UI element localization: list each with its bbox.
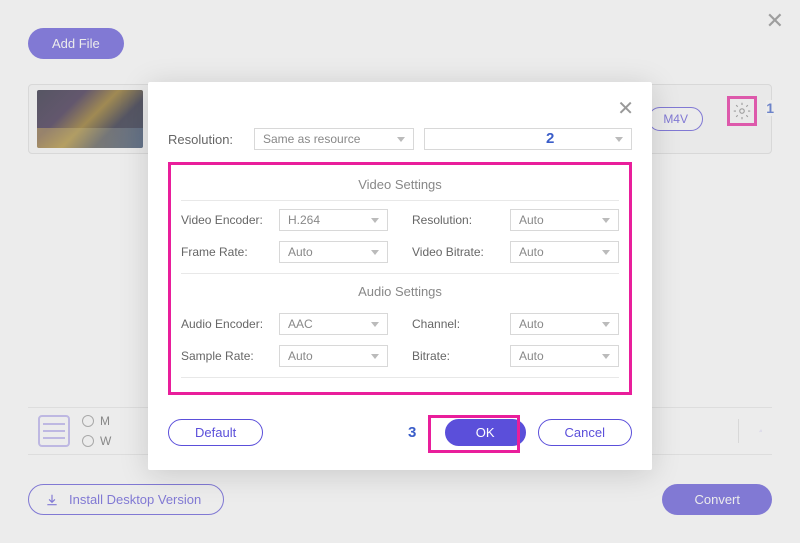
modal-close-icon[interactable]: ✕	[617, 96, 634, 121]
frame-rate-label: Frame Rate:	[181, 245, 273, 259]
sample-rate-select[interactable]: Auto	[279, 345, 388, 367]
video-encoder-label: Video Encoder:	[181, 213, 273, 227]
annotation-3: 3	[408, 424, 416, 441]
default-button[interactable]: Default	[168, 419, 263, 446]
video-resolution-select[interactable]: Auto	[510, 209, 619, 231]
video-resolution-label: Resolution:	[412, 213, 504, 227]
video-bitrate-label: Video Bitrate:	[412, 245, 504, 259]
video-encoder-select[interactable]: H.264	[279, 209, 388, 231]
cancel-button[interactable]: Cancel	[538, 419, 632, 446]
channel-label: Channel:	[412, 317, 504, 331]
settings-highlight-box: Video Settings Video Encoder: H.264 Reso…	[168, 162, 632, 395]
audio-encoder-label: Audio Encoder:	[181, 317, 273, 331]
audio-settings-title: Audio Settings	[181, 273, 619, 305]
annotation-2: 2	[546, 130, 554, 147]
resolution-label: Resolution:	[168, 132, 248, 147]
ok-button[interactable]: OK	[445, 419, 526, 446]
audio-bitrate-label: Bitrate:	[412, 349, 504, 363]
video-bitrate-select[interactable]: Auto	[510, 241, 619, 263]
resolution-select-2[interactable]	[424, 128, 632, 150]
video-settings-title: Video Settings	[181, 171, 619, 201]
channel-select[interactable]: Auto	[510, 313, 619, 335]
audio-encoder-select[interactable]: AAC	[279, 313, 388, 335]
sample-rate-label: Sample Rate:	[181, 349, 273, 363]
frame-rate-select[interactable]: Auto	[279, 241, 388, 263]
audio-bitrate-select[interactable]: Auto	[510, 345, 619, 367]
resolution-select[interactable]: Same as resource	[254, 128, 414, 150]
settings-modal: ✕ Resolution: Same as resource 2 Video S…	[148, 82, 652, 470]
